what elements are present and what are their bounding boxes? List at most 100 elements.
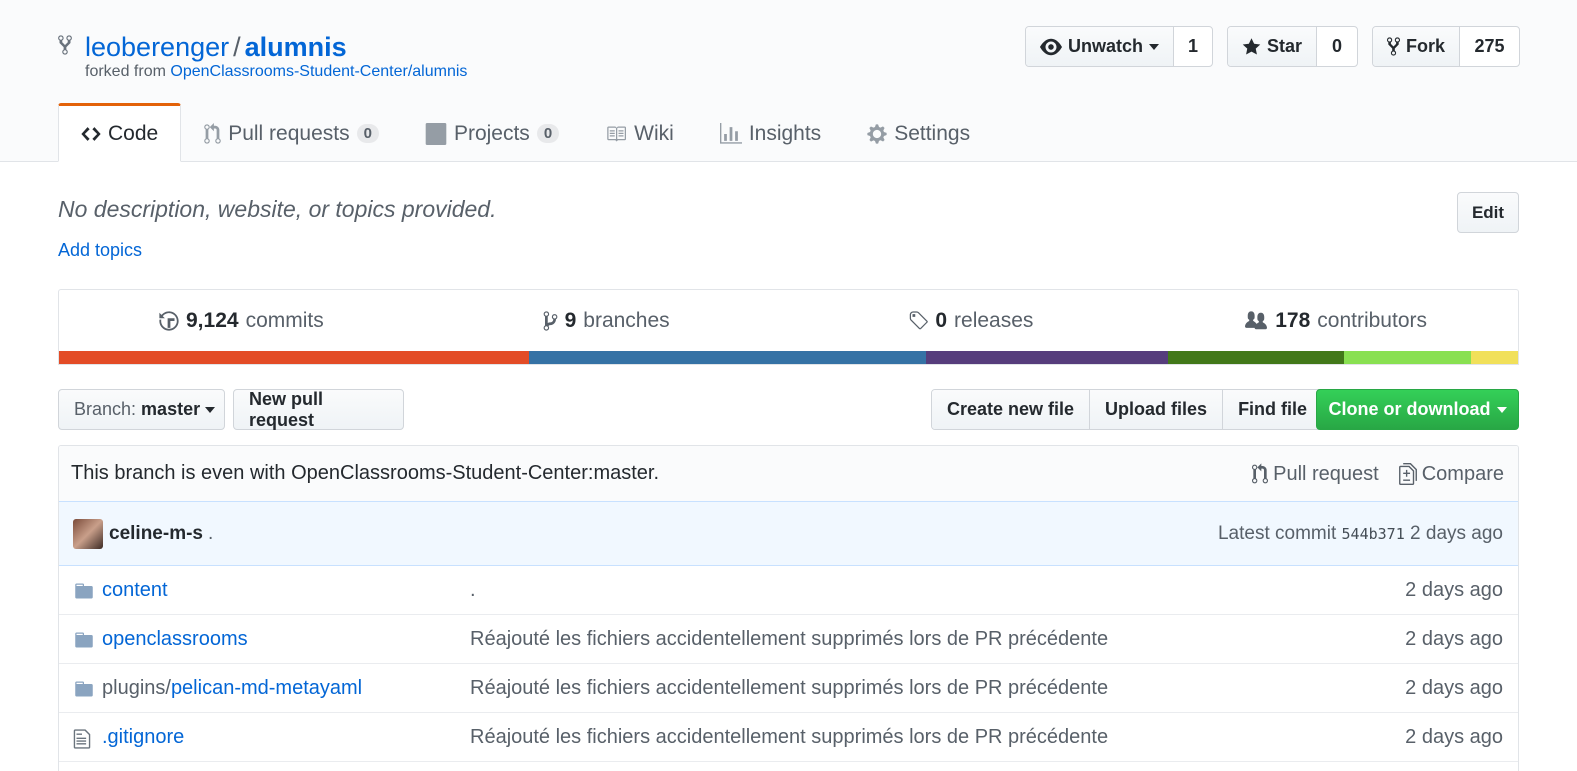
file-commit-message[interactable]: Réajouté les fichiers accidentellement s… (470, 628, 1108, 651)
watch-control: Unwatch 1 (1025, 26, 1214, 67)
diff-icon (1398, 463, 1417, 485)
file-commit-message[interactable]: . (470, 579, 476, 602)
language-segment[interactable] (59, 351, 529, 364)
latest-commit-bar: celine-m-s . Latest commit 544b371 2 day… (59, 502, 1518, 566)
repo-name-link[interactable]: alumnis (245, 32, 347, 62)
create-new-file-button[interactable]: Create new file (932, 390, 1091, 429)
latest-commit-info: Latest commit 544b371 2 days ago (1218, 523, 1503, 545)
repo-description: No description, website, or topics provi… (58, 196, 497, 222)
pull-request-link[interactable]: Pull request (1252, 463, 1379, 486)
folder-icon (75, 632, 93, 648)
language-segment[interactable] (528, 351, 926, 364)
commits-count: 9,124 (186, 309, 239, 332)
forked-from: forked from OpenClassrooms-Student-Cente… (85, 63, 467, 81)
numbers-summary: 9,124 commits 9 branches 0 releases 178 … (58, 289, 1519, 365)
file-age: 2 days ago (1405, 725, 1503, 748)
tab-code-label: Code (108, 121, 159, 145)
language-segment[interactable] (1344, 351, 1472, 364)
clone-label: Clone or download (1328, 399, 1491, 419)
edit-description-button[interactable]: Edit (1457, 192, 1519, 233)
file-row: .gitignore Réajouté les fichiers acciden… (59, 713, 1518, 762)
repo-title: leoberenger / alumnis (85, 30, 347, 64)
fork-button[interactable]: Fork (1373, 27, 1461, 66)
forked-from-prefix: forked from (85, 63, 166, 80)
tab-wiki-label: Wiki (634, 121, 674, 145)
language-segment[interactable] (1471, 351, 1518, 364)
file-age: 2 days ago (1405, 676, 1503, 699)
commit-sha-link[interactable]: 544b371 (1342, 525, 1405, 543)
commit-author-link[interactable]: celine-m-s (109, 523, 203, 545)
branches-count: 9 (564, 309, 577, 332)
file-name: content (102, 579, 168, 602)
commits-label: commits (245, 309, 324, 332)
project-icon (425, 122, 447, 145)
eye-icon (1040, 38, 1062, 55)
contributors-link[interactable]: 178 contributors (1153, 290, 1518, 352)
branch-name: master (141, 399, 201, 419)
star-icon (1242, 37, 1261, 54)
clone-or-download-button[interactable]: Clone or download (1316, 389, 1519, 430)
file-name: .gitignore (102, 726, 184, 749)
file-age: 2 days ago (1405, 627, 1503, 650)
file-name-link[interactable]: openclassrooms (102, 628, 248, 650)
tab-wiki[interactable]: Wiki (582, 103, 697, 162)
star-label: Star (1267, 36, 1303, 56)
releases-count: 0 (935, 309, 948, 332)
commits-link[interactable]: 9,124 commits (59, 290, 424, 352)
branch-status-text: This branch is even with OpenClassrooms-… (71, 462, 660, 484)
chevron-down-icon (1496, 406, 1507, 413)
file-row: plugins/pelican-md-metayaml Réajouté les… (59, 664, 1518, 713)
language-bar[interactable] (59, 351, 1518, 364)
add-topics-link[interactable]: Add topics (58, 240, 142, 261)
file-name-link[interactable]: content (102, 579, 168, 601)
file-name: openclassrooms (102, 628, 248, 651)
forks-count[interactable]: 275 (1460, 27, 1519, 66)
avatar[interactable] (73, 518, 103, 549)
chevron-down-icon (205, 406, 216, 413)
new-pull-request-button[interactable]: New pull request (233, 389, 404, 430)
folder-icon (75, 583, 93, 599)
upload-files-button[interactable]: Upload files (1090, 390, 1224, 429)
branch-prefix: Branch: (74, 399, 137, 419)
chevron-down-icon (1149, 43, 1160, 50)
watchers-count[interactable]: 1 (1174, 27, 1212, 66)
repo-title-separator: / (233, 32, 241, 62)
branches-link[interactable]: 9 branches (424, 290, 789, 352)
repo-nav-tabs: Code Pull requests 0 Projects 0 Wiki Ins… (58, 103, 993, 162)
file-commit-message[interactable]: Réajouté les fichiers accidentellement s… (470, 726, 1108, 749)
file-name-link[interactable]: pelican-md-metayaml (171, 677, 362, 699)
branch-select-button[interactable]: Branch: master (58, 389, 225, 430)
forked-from-link[interactable]: OpenClassrooms-Student-Center/alumnis (170, 63, 467, 80)
history-icon (159, 311, 179, 331)
unwatch-button[interactable]: Unwatch (1026, 27, 1175, 66)
releases-link[interactable]: 0 releases (789, 290, 1154, 352)
find-file-button[interactable]: Find file (1223, 390, 1323, 429)
commit-message[interactable]: . (208, 523, 213, 545)
pull-request-icon (204, 122, 221, 144)
folder-icon (75, 681, 93, 697)
tab-pull-requests[interactable]: Pull requests 0 (181, 103, 402, 162)
repo-forked-icon (1387, 37, 1400, 56)
language-segment[interactable] (925, 351, 1168, 364)
repo-owner-link[interactable]: leoberenger (85, 32, 229, 62)
tab-code[interactable]: Code (58, 103, 182, 162)
star-control: Star 0 (1227, 26, 1359, 67)
latest-commit-age: 2 days ago (1410, 522, 1503, 544)
file-name-link[interactable]: .gitignore (102, 726, 184, 748)
contributors-label: contributors (1317, 309, 1427, 332)
stargazers-count[interactable]: 0 (1317, 27, 1357, 66)
file-row: openclassrooms Réajouté les fichiers acc… (59, 615, 1518, 664)
tab-settings[interactable]: Settings (844, 103, 993, 162)
book-icon (607, 126, 627, 141)
tab-projects[interactable]: Projects 0 (402, 103, 582, 162)
language-segment[interactable] (1167, 351, 1345, 364)
repo-header: leoberenger / alumnis forked from OpenClas… (0, 0, 1577, 162)
tab-insights[interactable]: Insights (697, 103, 844, 162)
pull-requests-count: 0 (356, 124, 379, 143)
file-commit-message[interactable]: Réajouté les fichiers accidentellement s… (470, 677, 1108, 700)
compare-link[interactable]: Compare (1398, 463, 1504, 486)
branch-status-bar: This branch is even with OpenClassrooms-… (59, 446, 1518, 502)
star-button[interactable]: Star (1228, 27, 1318, 66)
fork-label: Fork (1406, 36, 1446, 56)
branches-label: branches (583, 309, 670, 332)
